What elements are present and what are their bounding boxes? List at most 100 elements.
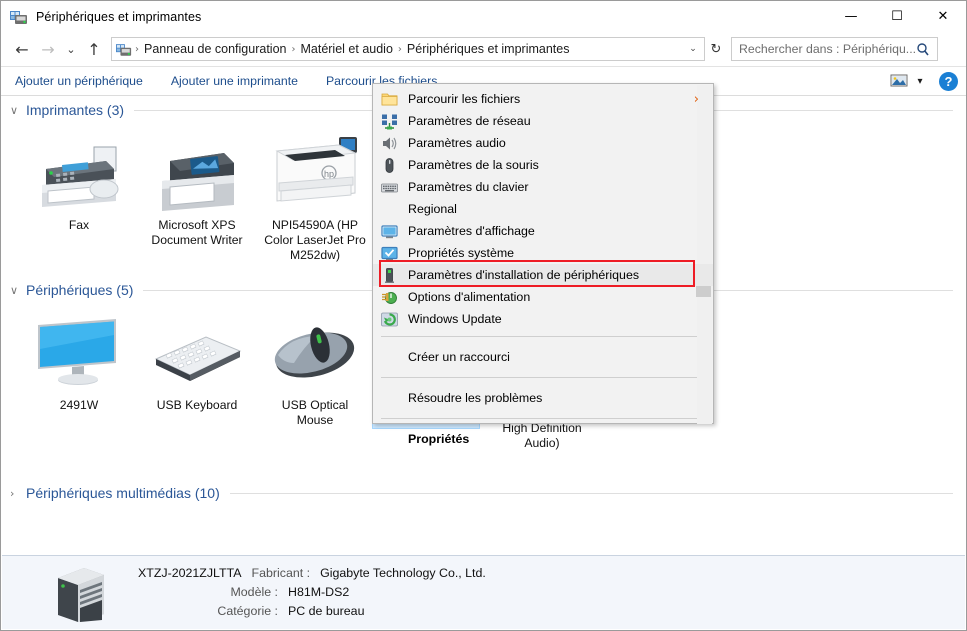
address-bar[interactable]: › Panneau de configuration › Matériel et… (111, 37, 705, 61)
address-devices-icon (116, 42, 132, 57)
svg-text:hp: hp (324, 169, 334, 179)
update-icon (381, 311, 398, 328)
forward-button[interactable]: → (35, 36, 61, 62)
group-label-devices: Périphériques (5) (26, 282, 133, 298)
submenu-arrow-icon: › (694, 92, 699, 107)
details-value: Gigabyte Technology Co., Ltd. (320, 564, 486, 583)
address-dropdown-icon[interactable]: ⌄ (684, 38, 702, 60)
menu-separator (381, 418, 707, 419)
menu-item-system-properties[interactable]: Propriétés système (373, 242, 713, 264)
details-value: PC de bureau (288, 602, 364, 621)
system-icon (381, 245, 398, 262)
menu-item-audio-settings[interactable]: Paramètres audio (373, 132, 713, 154)
chevron-right-icon[interactable]: › (10, 487, 26, 500)
folder-icon (381, 91, 398, 108)
search-icon (916, 42, 930, 57)
laser-printer-icon: hp (269, 135, 361, 211)
breadcrumb-control-panel[interactable]: Panneau de configuration (140, 42, 290, 56)
device-label: Fax (26, 218, 132, 233)
menu-item-label: Paramètres d'affichage (408, 224, 535, 238)
breadcrumb-devices-printers[interactable]: Périphériques et imprimantes (403, 42, 574, 56)
group-label-printers: Imprimantes (3) (26, 102, 124, 118)
help-icon[interactable]: ? (939, 72, 958, 91)
menu-separator (381, 377, 707, 378)
menu-item-label: Parcourir les fichiers (408, 92, 520, 106)
recent-locations-button[interactable]: ⌄ (61, 36, 81, 62)
menu-item-device-installation-settings[interactable]: Paramètres d'installation de périphériqu… (373, 264, 713, 286)
device-tile-monitor[interactable]: 2491W (20, 311, 138, 428)
title-bar: Périphériques et imprimantes — ☐ ✕ (1, 1, 966, 32)
device-tile-mouse[interactable]: USB Optical Mouse (256, 311, 374, 428)
breadcrumb-hardware-audio[interactable]: Matériel et audio (296, 42, 396, 56)
device-tile-hp-laserjet[interactable]: hp NPI54590A (HP Color LaserJet Pro M252… (256, 131, 374, 263)
chevron-down-icon[interactable]: ∨ (10, 104, 26, 117)
desktop-pc-icon (54, 564, 108, 622)
menu-item-display-settings[interactable]: Paramètres d'affichage (373, 220, 713, 242)
speaker-icon (381, 135, 398, 152)
menu-item-label: Regional (408, 202, 457, 216)
context-menu: Parcourir les fichiers › Paramètres de r… (372, 83, 714, 424)
device-install-icon (381, 267, 398, 284)
menu-item-label: Paramètres de la souris (408, 158, 539, 172)
address-bar-row: ← → ⌄ ↑ › Panneau de configuration › M (1, 33, 966, 65)
menu-item-label: Propriétés système (408, 246, 514, 260)
maximize-button[interactable]: ☐ (874, 1, 920, 32)
keyboard-small-icon (381, 179, 398, 196)
minimize-button[interactable]: — (828, 1, 874, 32)
refresh-button[interactable]: ↻ (705, 37, 727, 61)
menu-item-label: Paramètres de réseau (408, 114, 531, 128)
device-tile-xps-writer[interactable]: Microsoft XPS Document Writer (138, 131, 256, 263)
details-key: Fabricant : (252, 564, 311, 583)
device-tile-keyboard[interactable]: USB Keyboard (138, 311, 256, 428)
window-title: Périphériques et imprimantes (36, 10, 201, 24)
mouse-small-icon (381, 157, 398, 174)
group-label-multimedia: Périphériques multimédias (10) (26, 485, 220, 501)
devices-printers-icon (10, 9, 28, 25)
menu-item-regional[interactable]: Regional (373, 198, 713, 220)
mouse-icon (268, 315, 362, 391)
details-pane: XTZJ-2021ZJLTTA Fabricant : Gigabyte Tec… (2, 555, 965, 629)
up-button[interactable]: ↑ (81, 36, 107, 62)
view-dropdown-caret-icon[interactable]: ▾ (911, 76, 929, 87)
menu-item-properties[interactable]: Propriétés (373, 425, 713, 453)
details-device-name: XTZJ-2021ZJLTTA (138, 564, 242, 583)
close-button[interactable]: ✕ (920, 1, 966, 32)
add-printer-button[interactable]: Ajouter une imprimante (157, 67, 312, 95)
menu-item-browse-files[interactable]: Parcourir les fichiers › (373, 88, 713, 110)
menu-item-power-options[interactable]: Options d'alimentation (373, 286, 713, 308)
printer-icon (152, 135, 242, 211)
network-icon (381, 113, 398, 130)
keyboard-icon (150, 315, 244, 391)
menu-item-network-settings[interactable]: Paramètres de réseau (373, 110, 713, 132)
menu-item-keyboard-settings[interactable]: Paramètres du clavier (373, 176, 713, 198)
menu-item-label: Créer un raccourci (408, 350, 510, 364)
menu-item-windows-update[interactable]: Windows Update (373, 308, 713, 330)
device-label: Microsoft XPS Document Writer (144, 218, 250, 248)
monitor-icon (32, 315, 126, 391)
fax-icon (34, 135, 124, 211)
change-view-icon[interactable] (889, 72, 909, 90)
back-button[interactable]: ← (9, 36, 35, 62)
menu-item-mouse-settings[interactable]: Paramètres de la souris (373, 154, 713, 176)
group-rule (230, 493, 953, 494)
menu-item-label: Options d'alimentation (408, 290, 530, 304)
details-key: Modèle : (138, 583, 278, 602)
menu-item-create-shortcut[interactable]: Créer un raccourci (373, 343, 713, 371)
display-icon (381, 223, 398, 240)
device-label: 2491W (26, 398, 132, 413)
details-value: H81M-DS2 (288, 583, 349, 602)
chevron-down-icon[interactable]: ∨ (10, 284, 26, 297)
menu-item-label: Windows Update (408, 312, 502, 326)
search-placeholder: Rechercher dans : Périphériqu... (739, 42, 916, 56)
menu-item-label: Paramètres du clavier (408, 180, 529, 194)
window-controls: — ☐ ✕ (828, 1, 966, 32)
add-device-button[interactable]: Ajouter un périphérique (1, 67, 157, 95)
search-box[interactable]: Rechercher dans : Périphériqu... (731, 37, 938, 61)
group-header-multimedia[interactable]: › Périphériques multimédias (10) (2, 480, 965, 506)
device-label: USB Optical Mouse (262, 398, 368, 428)
device-label: NPI54590A (HP Color LaserJet Pro M252dw) (262, 218, 368, 263)
details-text: XTZJ-2021ZJLTTA Fabricant : Gigabyte Tec… (138, 564, 486, 621)
menu-item-troubleshoot[interactable]: Résoudre les problèmes (373, 384, 713, 412)
device-tile-fax[interactable]: Fax (20, 131, 138, 263)
menu-item-label: Résoudre les problèmes (408, 391, 542, 405)
